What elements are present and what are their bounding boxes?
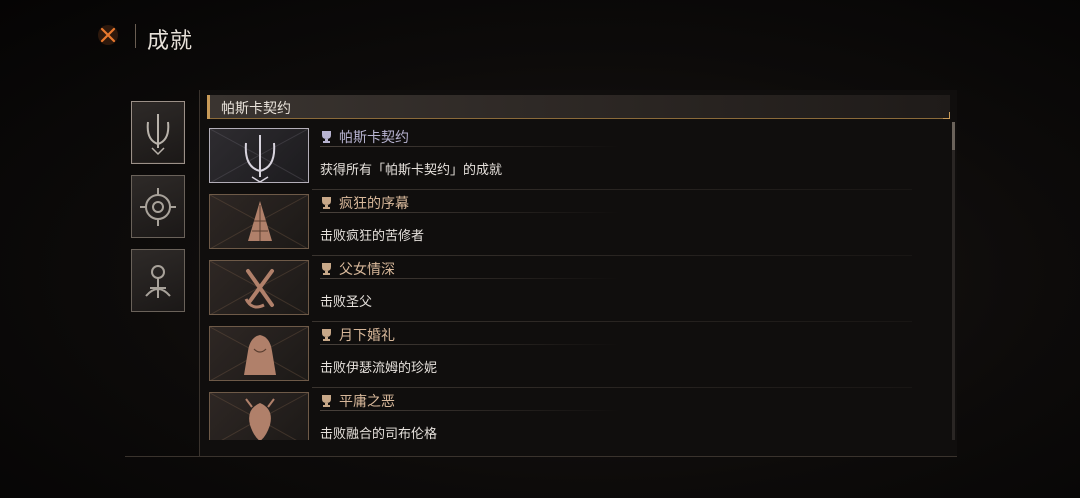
page-title: 成就	[147, 29, 194, 54]
veiled-bride-icon	[244, 335, 276, 375]
trophy-icon	[322, 395, 331, 407]
category-tab-cult[interactable]	[131, 249, 185, 312]
pascal-emblem-icon	[244, 135, 276, 182]
cult-sigil-icon	[145, 264, 171, 298]
blades-icon	[244, 269, 274, 309]
achievement-list: 帕斯卡契约 获得所有「帕斯卡契约」的成就 疯狂的序幕 击败疯狂的苦修者 父女情深…	[207, 124, 947, 440]
pascal-emblem-icon	[146, 113, 170, 155]
fused-beast-icon	[245, 398, 275, 440]
category-tab-pascal[interactable]	[131, 101, 185, 164]
achievement-description: 获得所有「帕斯卡契约」的成就	[320, 163, 503, 178]
achievement-description: 击败伊瑟流姆的珍妮	[320, 361, 438, 376]
achievement-row[interactable]: 帕斯卡契约 获得所有「帕斯卡契约」的成就	[207, 124, 947, 190]
close-x-icon	[98, 25, 118, 45]
scrollbar-track[interactable]	[952, 122, 955, 440]
trophy-icon	[322, 197, 331, 209]
achievement-description: 击败疯狂的苦修者	[320, 229, 425, 244]
title-underline	[320, 146, 620, 147]
title-underline	[320, 278, 620, 279]
close-button[interactable]	[95, 22, 121, 48]
title-underline	[320, 212, 620, 213]
achievement-icon-frame	[209, 392, 309, 440]
achievement-title: 帕斯卡契约	[339, 130, 409, 146]
achievement-icon-frame	[209, 260, 309, 315]
achievement-icon-frame	[209, 326, 309, 381]
achievement-description: 击败融合的司布伦格	[320, 427, 438, 440]
trophy-icon	[322, 329, 331, 341]
achievement-description: 击败圣父	[320, 295, 373, 310]
achievement-title: 父女情深	[339, 262, 395, 278]
achievement-row[interactable]: 平庸之恶 击败融合的司布伦格	[207, 388, 947, 440]
achievement-icon-frame	[209, 194, 309, 249]
scrollbar-thumb[interactable]	[952, 122, 955, 150]
section-title: 帕斯卡契约	[221, 101, 291, 117]
achievement-title: 月下婚礼	[339, 328, 395, 344]
header-divider	[135, 24, 136, 48]
achievement-row[interactable]: 疯狂的序幕 击败疯狂的苦修者	[207, 190, 947, 256]
category-tab-compass[interactable]	[131, 175, 185, 238]
achievement-title: 平庸之恶	[339, 394, 395, 410]
section-header: 帕斯卡契约	[207, 95, 950, 119]
title-underline	[320, 410, 620, 411]
spire-icon	[248, 201, 272, 241]
achievement-row[interactable]: 父女情深 击败圣父	[207, 256, 947, 322]
achievement-icon-frame	[209, 128, 309, 183]
achievement-row[interactable]: 月下婚礼 击败伊瑟流姆的珍妮	[207, 322, 947, 388]
title-underline	[320, 344, 620, 345]
panel-bottom-rule	[125, 456, 957, 457]
achievement-title: 疯狂的序幕	[339, 196, 409, 212]
compass-sigil-icon	[140, 187, 176, 226]
trophy-icon	[322, 131, 331, 143]
trophy-icon	[322, 263, 331, 275]
